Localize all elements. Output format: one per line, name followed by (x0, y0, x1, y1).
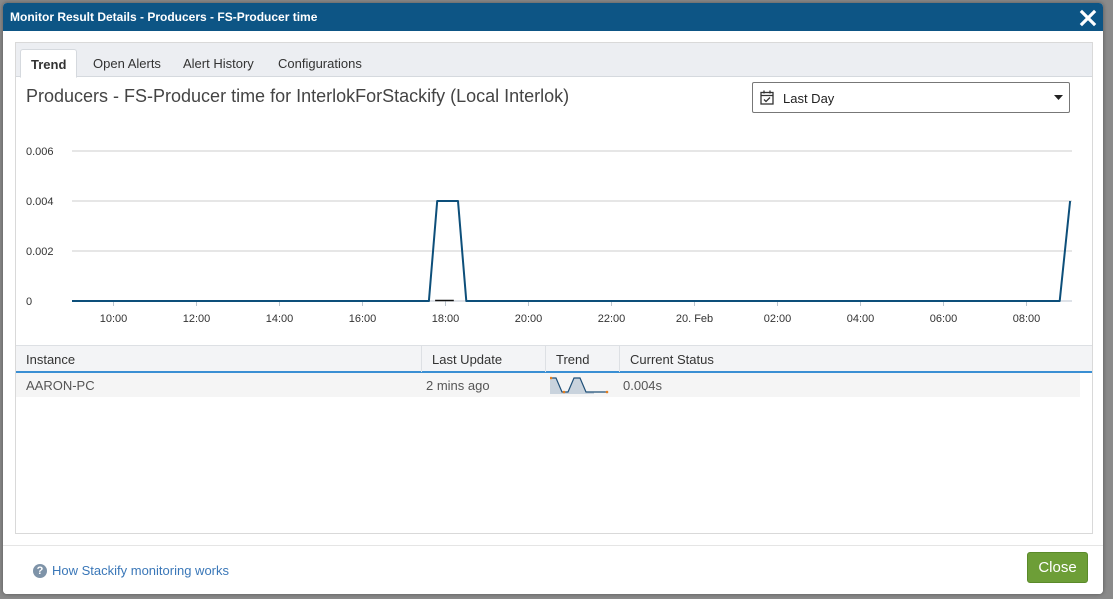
tab-alert-history[interactable]: Alert History (173, 49, 264, 78)
tab-bar: Trend Open Alerts Alert History Configur… (16, 43, 1092, 78)
trend-chart: 0.006 0.004 0.002 0 10:00 12:00 14:00 16:00 18:0… (26, 146, 1072, 325)
tab-configurations[interactable]: Configurations (268, 49, 372, 78)
cell-instance: AARON-PC (26, 378, 95, 393)
x-tick-label: 16:00 (349, 313, 377, 325)
x-tick-label: 12:00 (183, 313, 211, 325)
y-tick-label: 0.004 (26, 196, 54, 208)
help-link[interactable]: ? How Stackify monitoring works (33, 563, 229, 578)
trend-sparkline (550, 376, 609, 394)
cell-current-status: 0.004s (623, 378, 663, 393)
time-range-select[interactable]: Last Day (752, 82, 1070, 113)
x-tick-label: 18:00 (432, 313, 460, 325)
x-tick-label: 22:00 (598, 313, 626, 325)
cell-last-update: 2 mins ago (426, 378, 490, 393)
chevron-down-icon (1054, 95, 1063, 100)
tab-trend[interactable]: Trend (20, 49, 78, 78)
dialog-title: Monitor Result Details - Producers - FS-… (10, 10, 318, 24)
dialog-titlebar: Monitor Result Details - Producers - FS-… (3, 3, 1103, 31)
y-tick-label: 0.006 (26, 146, 54, 158)
column-header-current-status[interactable]: Current Status (620, 346, 1080, 372)
instance-table: Instance Last Update Trend Current Statu… (16, 345, 1092, 397)
question-icon: ? (33, 563, 47, 578)
calendar-icon (760, 90, 774, 105)
column-header-last-update[interactable]: Last Update (422, 346, 546, 372)
help-link-label: How Stackify monitoring works (52, 563, 229, 578)
table-row[interactable]: AARON-PC 2 mins ago 0.004s (16, 373, 1080, 397)
y-tick-label: 0 (26, 296, 32, 308)
x-tick-label: 10:00 (100, 313, 128, 325)
x-tick-label: 04:00 (847, 313, 875, 325)
x-tick-label: 02:00 (764, 313, 792, 325)
close-button[interactable]: Close (1027, 552, 1088, 583)
x-tick-label: 14:00 (266, 313, 294, 325)
table-header: Instance Last Update Trend Current Statu… (16, 345, 1092, 373)
y-tick-label: 0.002 (26, 246, 54, 258)
dialog-footer: ? How Stackify monitoring works Close (3, 545, 1103, 594)
monitor-details-dialog: Monitor Result Details - Producers - FS-… (3, 3, 1103, 594)
time-range-value: Last Day (783, 91, 835, 106)
column-header-instance[interactable]: Instance (16, 346, 422, 372)
x-tick-label: 20. Feb (676, 313, 713, 325)
close-icon[interactable] (1078, 8, 1098, 28)
x-tick-label: 20:00 (515, 313, 543, 325)
tab-open-alerts[interactable]: Open Alerts (83, 49, 171, 78)
x-tick-label: 06:00 (930, 313, 958, 325)
x-tick-label: 08:00 (1013, 313, 1041, 325)
content-panel: Trend Open Alerts Alert History Configur… (15, 42, 1093, 534)
chart-title: Producers - FS-Producer time for Interlo… (26, 86, 570, 106)
column-header-trend[interactable]: Trend (546, 346, 620, 372)
